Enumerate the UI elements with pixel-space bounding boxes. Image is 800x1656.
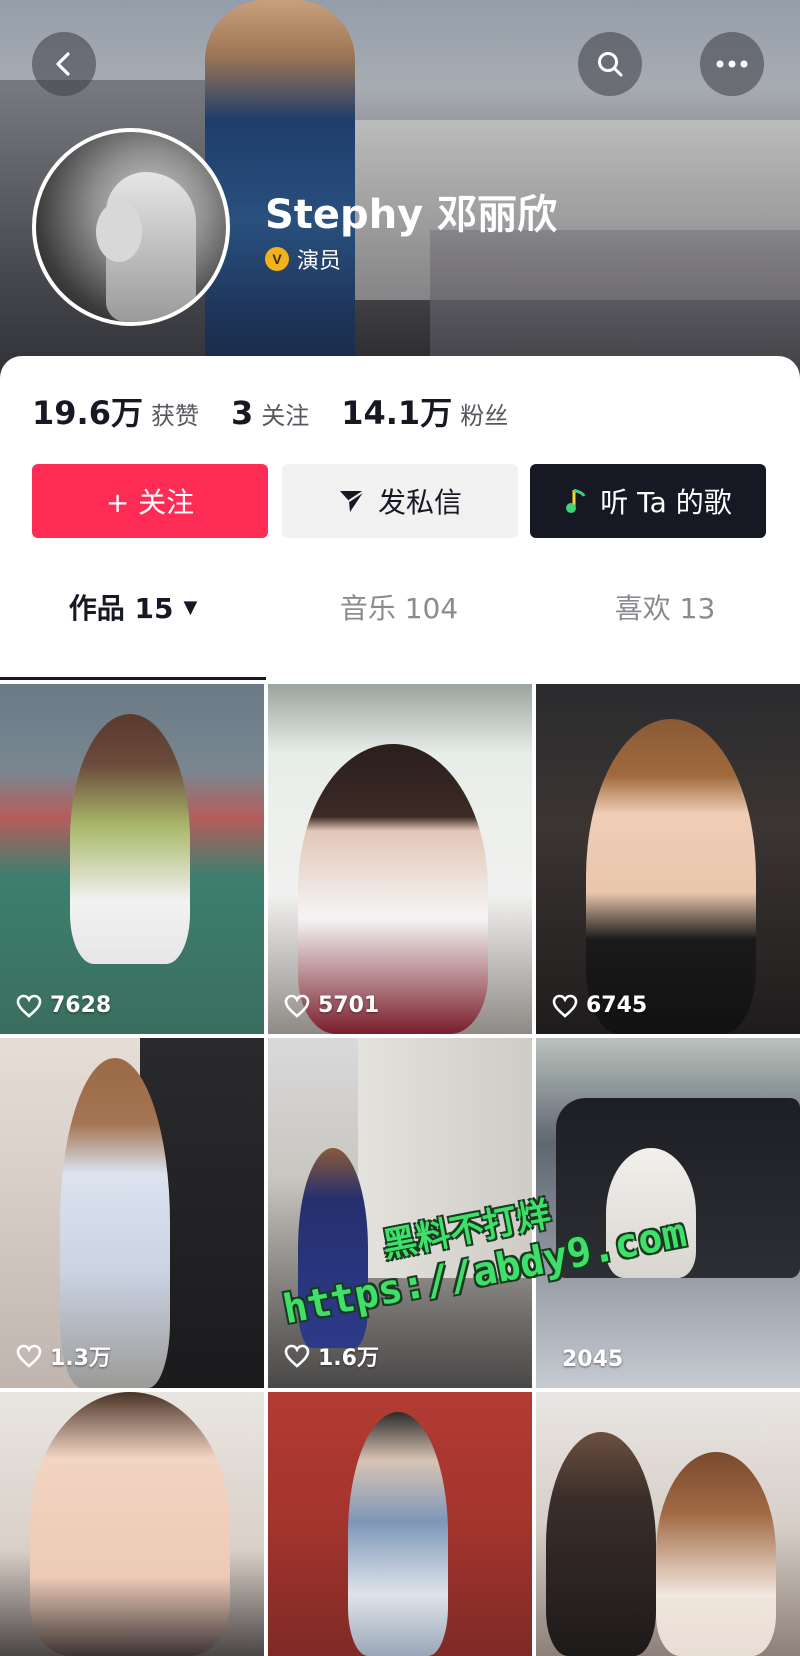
video-thumbnail[interactable]	[536, 1392, 800, 1656]
verification-label: 演员	[297, 249, 342, 274]
like-count: 5701	[284, 993, 379, 1018]
video-thumbnail[interactable]: 7628	[0, 684, 264, 1034]
verified-badge-icon: V	[265, 247, 289, 271]
thumbnail-person	[656, 1452, 776, 1656]
video-thumbnail[interactable]	[268, 1392, 532, 1656]
stat-label: 粉丝	[460, 402, 509, 430]
like-count-value: 5701	[318, 993, 380, 1018]
like-count-value: 6745	[586, 993, 648, 1018]
like-count: 7628	[16, 993, 111, 1018]
more-button[interactable]	[700, 32, 764, 96]
content-tabs: 作品 15 ▼ 音乐 104 喜欢 13	[0, 568, 800, 646]
like-count-value: 2045	[562, 1347, 624, 1372]
music-note-icon	[564, 487, 588, 515]
stat-value: 3	[230, 394, 254, 432]
tab-music[interactable]: 音乐 104	[266, 568, 532, 646]
video-thumbnail[interactable]: 1.3万	[0, 1038, 264, 1388]
thumbnail-person	[298, 744, 488, 1034]
tab-likes[interactable]: 喜欢 13	[532, 568, 798, 646]
tab-likes-label: 喜欢 13	[614, 592, 716, 625]
tab-works-label: 作品 15	[68, 592, 174, 625]
back-button[interactable]	[32, 32, 96, 96]
stat-label: 获赞	[150, 402, 199, 430]
thumbnail-person	[30, 1392, 230, 1656]
stat-value: 14.1万	[341, 394, 453, 432]
search-icon	[598, 52, 623, 77]
thumbnail-person	[60, 1058, 170, 1388]
stat-value: 19.6万	[32, 394, 143, 432]
message-button[interactable]: 发私信	[282, 464, 518, 538]
avatar-face	[96, 202, 142, 262]
like-count: 6745	[552, 993, 647, 1018]
verification-row: V 演员	[265, 243, 341, 275]
heart-icon	[16, 994, 42, 1018]
like-count-value: 1.3万	[50, 1346, 111, 1371]
stat-label: 关注	[261, 402, 310, 430]
stat-followers[interactable]: 14.1万 粉丝	[341, 388, 508, 434]
tab-music-label: 音乐 104	[339, 592, 459, 625]
video-thumbnail[interactable]: 6745	[536, 684, 800, 1034]
profile-sheet: 19.6万 获赞 3 关注 14.1万 粉丝 + 关注 发私信 听 Ta 的歌 …	[0, 356, 800, 646]
more-icon	[716, 60, 748, 68]
thumbnail-person	[348, 1412, 448, 1656]
stat-following[interactable]: 3 关注	[231, 394, 309, 432]
video-thumbnail[interactable]: 5701	[268, 684, 532, 1034]
tab-works[interactable]: 作品 15 ▼	[0, 568, 266, 646]
like-count: 1.3万	[16, 1340, 111, 1372]
follow-button[interactable]: + 关注	[32, 464, 268, 538]
heart-icon	[284, 1344, 310, 1368]
like-count: 1.6万	[284, 1340, 379, 1372]
video-thumbnail[interactable]	[0, 1392, 264, 1656]
send-icon	[338, 488, 366, 514]
stats-row: 19.6万 获赞 3 关注 14.1万 粉丝	[32, 388, 540, 434]
active-tab-indicator	[0, 677, 266, 680]
thumbnail-person	[586, 719, 756, 1034]
search-button[interactable]	[578, 32, 642, 96]
caret-down-icon: ▼	[183, 596, 198, 618]
like-count: 2045	[562, 1347, 623, 1372]
stat-likes[interactable]: 19.6万 获赞	[32, 388, 199, 434]
profile-cover: Stephy 邓丽欣 V 演员	[0, 0, 800, 400]
listen-songs-label: 听 Ta 的歌	[600, 486, 732, 519]
heart-icon	[284, 994, 310, 1018]
follow-button-label: + 关注	[105, 486, 195, 519]
avatar[interactable]	[32, 128, 230, 326]
back-arrow-icon	[56, 52, 70, 76]
heart-icon	[552, 994, 578, 1018]
like-count-value: 7628	[50, 993, 112, 1018]
like-count-value: 1.6万	[318, 1346, 379, 1371]
username: Stephy 邓丽欣	[265, 192, 558, 238]
listen-songs-button[interactable]: 听 Ta 的歌	[530, 464, 766, 538]
thumbnail-person	[546, 1432, 656, 1656]
thumbnail-person	[70, 714, 190, 964]
heart-icon	[16, 1344, 42, 1368]
message-button-label: 发私信	[377, 486, 462, 519]
